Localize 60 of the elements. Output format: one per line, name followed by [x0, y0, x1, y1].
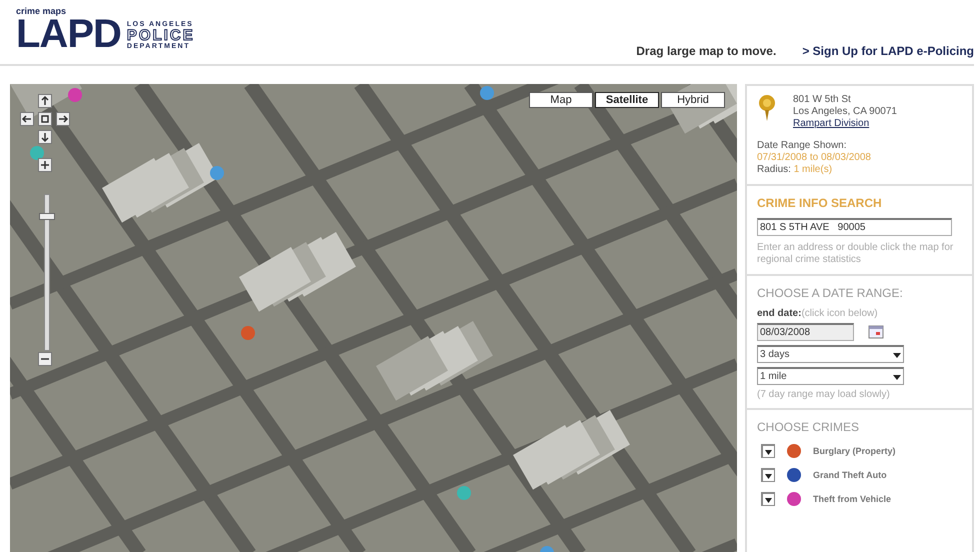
- caret-icon: [893, 350, 901, 358]
- caret-icon: [893, 372, 901, 380]
- date-range-label: Date Range Shown:: [757, 140, 848, 152]
- pan-left-button[interactable]: [20, 112, 34, 126]
- up-arrow-icon: [39, 95, 51, 107]
- crime-marker[interactable]: [210, 166, 224, 180]
- map-type-tab[interactable]: Satellite: [595, 92, 659, 108]
- logo-subtitle: crime maps: [16, 6, 68, 16]
- zoom-in-button[interactable]: [38, 158, 52, 172]
- end-date-hint: (click icon below): [801, 308, 878, 319]
- crime-marker[interactable]: [241, 326, 255, 340]
- crime-marker[interactable]: [68, 88, 82, 102]
- address-line: Los Angeles, CA 90071: [793, 106, 897, 118]
- section-title: CHOOSE A DATE RANGE:: [757, 286, 904, 300]
- check-icon: [765, 472, 772, 478]
- check-icon: [765, 448, 772, 454]
- calendar-icon[interactable]: [868, 325, 884, 339]
- end-date-field[interactable]: 08/03/2008: [757, 323, 854, 341]
- zoom-out-button[interactable]: [38, 352, 52, 366]
- radius-label: Radius:: [757, 164, 792, 175]
- radius-dropdown[interactable]: 1 mile: [757, 367, 904, 385]
- date-range-value: 07/31/2008 to 08/03/2008: [757, 152, 872, 164]
- signup-link[interactable]: > Sign Up for LAPD e-Policing: [802, 44, 974, 58]
- address-line: 801 W 5th St: [793, 94, 852, 106]
- logo-outline-text: POLICE: [126, 28, 195, 43]
- division-link[interactable]: Rampart Division: [793, 118, 897, 130]
- crime-checkbox[interactable]: [761, 468, 775, 482]
- plus-icon: [39, 159, 51, 171]
- section-title: CHOOSE CRIMES: [757, 420, 860, 434]
- radius-value: 1 mile(s): [794, 164, 832, 175]
- reset-view-button[interactable]: [38, 112, 52, 126]
- section-title: CRIME INFO SEARCH: [757, 196, 883, 210]
- square-icon: [39, 113, 51, 125]
- left-arrow-icon: [21, 113, 33, 125]
- satellite-map-photo[interactable]: Map Satellite Hybrid: [10, 84, 737, 552]
- address-search-field[interactable]: 801 S 5TH AVE 90005: [757, 218, 952, 236]
- crime-marker[interactable]: [457, 486, 471, 500]
- pan-up-button[interactable]: [38, 94, 52, 108]
- logo-text: LAPD: [16, 16, 121, 52]
- end-date-label: end date:: [757, 308, 802, 319]
- drag-hint: Drag large map to move.: [636, 44, 776, 58]
- search-help-text: Enter an address or double click the map for regional crime statistics: [757, 242, 954, 266]
- crime-marker[interactable]: [30, 146, 44, 160]
- map-type-tab[interactable]: Hybrid: [661, 92, 725, 108]
- pan-right-button[interactable]: [56, 112, 70, 126]
- map-type-tab[interactable]: Map: [529, 92, 593, 108]
- crime-checkbox[interactable]: [761, 444, 775, 458]
- right-arrow-icon: [57, 113, 69, 125]
- crime-label: Grand Theft Auto: [813, 470, 887, 480]
- crime-marker[interactable]: [480, 86, 494, 100]
- crime-checkbox[interactable]: [761, 492, 775, 506]
- crime-label: Burglary (Property): [813, 446, 896, 456]
- zoom-slider-thumb[interactable]: [39, 212, 55, 220]
- crime-label: Theft from Vehicle: [813, 494, 892, 504]
- check-icon: [765, 496, 772, 502]
- pan-down-button[interactable]: [38, 130, 52, 144]
- map-pin-icon: [757, 94, 777, 122]
- period-dropdown[interactable]: 3 days: [757, 345, 904, 363]
- range-note: (7 day range may load slowly): [757, 389, 891, 400]
- down-arrow-icon: [39, 131, 51, 143]
